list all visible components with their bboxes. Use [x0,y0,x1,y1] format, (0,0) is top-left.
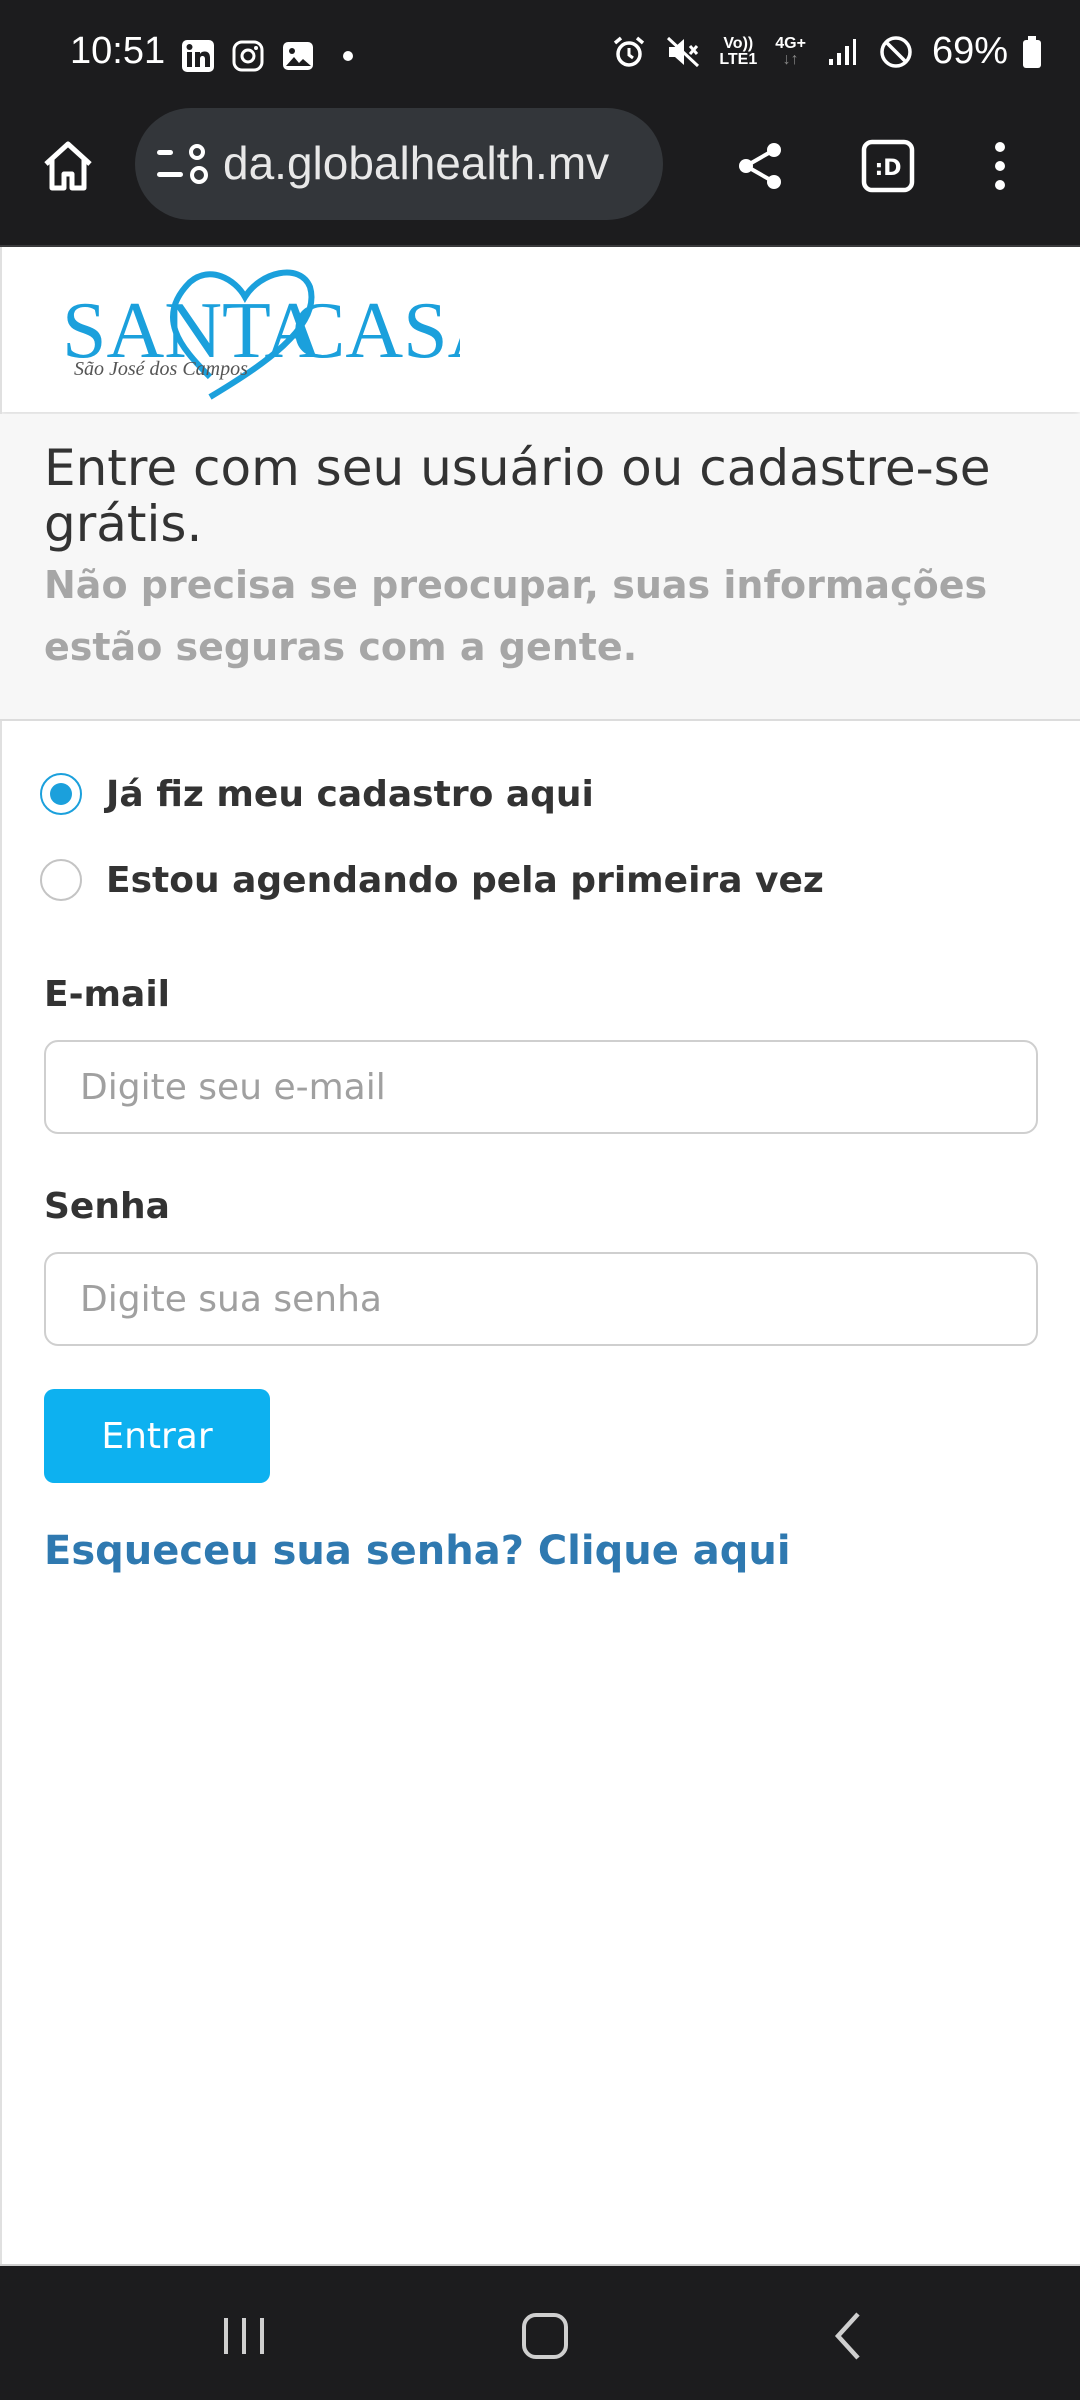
battery-percent: 69% [931,30,1008,72]
forgot-password-link[interactable]: Esqueceu sua senha? Clique aqui [44,1528,791,1574]
volte-bottom-text: LTE1 [719,50,758,68]
system-nav-bar [0,2266,1080,2400]
radio-first-time[interactable] [40,859,82,901]
radio-label-registered[interactable]: Já fiz meu cadastro aqui [106,774,594,815]
radio-option-registered[interactable]: Já fiz meu cadastro aqui [40,773,594,815]
site-header: SANTA CASA São José dos Campos [0,247,1080,412]
intro-panel: Entre com seu usuário ou cadastre-se grá… [0,414,1080,721]
home-icon[interactable] [38,136,98,196]
browser-toolbar: da.globalhealth.mv :D [0,108,1080,247]
more-icon[interactable] [972,138,1028,194]
password-label: Senha [44,1186,170,1227]
volte-top-text: Vo)) [723,34,754,52]
site-settings-icon[interactable] [155,144,209,186]
network-type-text: 4G+ [775,34,806,52]
logo-casa: CASA [292,287,460,375]
password-field[interactable] [44,1252,1038,1346]
radio-option-first-time[interactable]: Estou agendando pela primeira vez [40,859,824,901]
url-text: da.globalhealth.mv [223,137,610,189]
recents-icon[interactable] [214,2308,274,2364]
battery-icon [1014,34,1050,70]
email-field[interactable] [44,1040,1038,1134]
linkedin-icon [180,38,216,74]
system-indicators: Vo)) LTE1 4G+ ↓↑ 69% [611,30,1050,73]
signal-icon [824,34,860,70]
share-icon[interactable] [732,138,788,194]
svg-text::D: :D [874,156,901,181]
instagram-icon [230,38,266,74]
tab-switcher-icon[interactable]: :D [860,138,916,194]
email-label: E-mail [44,974,171,1015]
back-icon[interactable] [820,2308,880,2364]
status-time: 10:51 [70,30,166,72]
dot-icon [330,38,366,74]
radio-registered[interactable] [40,773,82,815]
alarm-icon [611,34,647,70]
mute-icon [665,34,701,70]
login-button[interactable]: Entrar [44,1389,270,1483]
logo-subtitle: São José dos Campos [74,358,248,380]
home-nav-icon[interactable] [515,2308,575,2364]
page-subtitle: Não precisa se preocupar, suas informaçõ… [44,563,988,669]
url-bar[interactable]: da.globalhealth.mv [135,108,663,220]
page-title: Entre com seu usuário ou cadastre-se grá… [44,439,991,553]
volte-icon: Vo)) LTE1 [719,34,758,68]
dnd-icon [878,34,914,70]
gallery-icon [280,38,316,74]
notification-icons [180,38,366,74]
santa-casa-logo[interactable]: SANTA CASA São José dos Campos [60,257,506,407]
4g-icon: 4G+ ↓↑ [775,34,806,68]
status-bar: 10:51 Vo)) LTE1 4G+ ↓↑ 69% [0,0,1080,108]
radio-label-first-time[interactable]: Estou agendando pela primeira vez [106,860,824,901]
